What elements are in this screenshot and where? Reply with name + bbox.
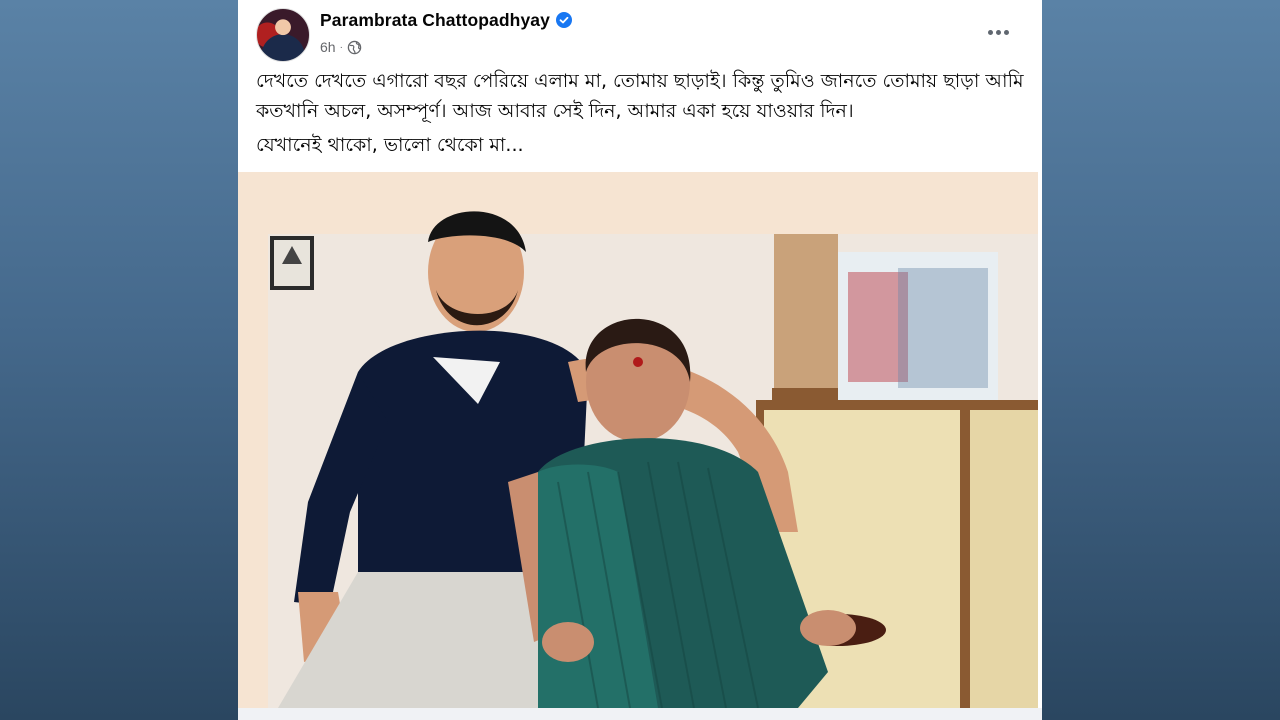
author-name-link[interactable]: Parambrata Chattopadhyay <box>320 10 572 31</box>
author-name[interactable]: Parambrata Chattopadhyay <box>320 10 550 30</box>
post-header: Parambrata Chattopadhyay 6h · <box>256 8 1028 64</box>
globe-icon[interactable] <box>347 40 362 55</box>
post-photo[interactable] <box>238 172 1038 708</box>
post-text: দেখতে দেখতে এগারো বছর পেরিয়ে এলাম মা, ত… <box>256 66 1026 164</box>
post-footer-divider <box>238 708 1042 720</box>
post-text-paragraph-2: যেখানেই থাকো, ভালো থেকো মা... <box>256 134 524 156</box>
post-time[interactable]: 6h <box>320 39 336 55</box>
more-options-icon[interactable] <box>978 18 1018 46</box>
verified-badge-icon <box>555 12 572 28</box>
post-text-paragraph-1: দেখতে দেখতে এগারো বছর পেরিয়ে এলাম মা, ত… <box>256 70 1024 122</box>
separator-dot: · <box>339 41 343 53</box>
post-meta: 6h · <box>320 39 362 55</box>
author-avatar[interactable] <box>256 8 310 62</box>
facebook-post: Parambrata Chattopadhyay 6h · দেখতে দেখত… <box>238 0 1042 720</box>
